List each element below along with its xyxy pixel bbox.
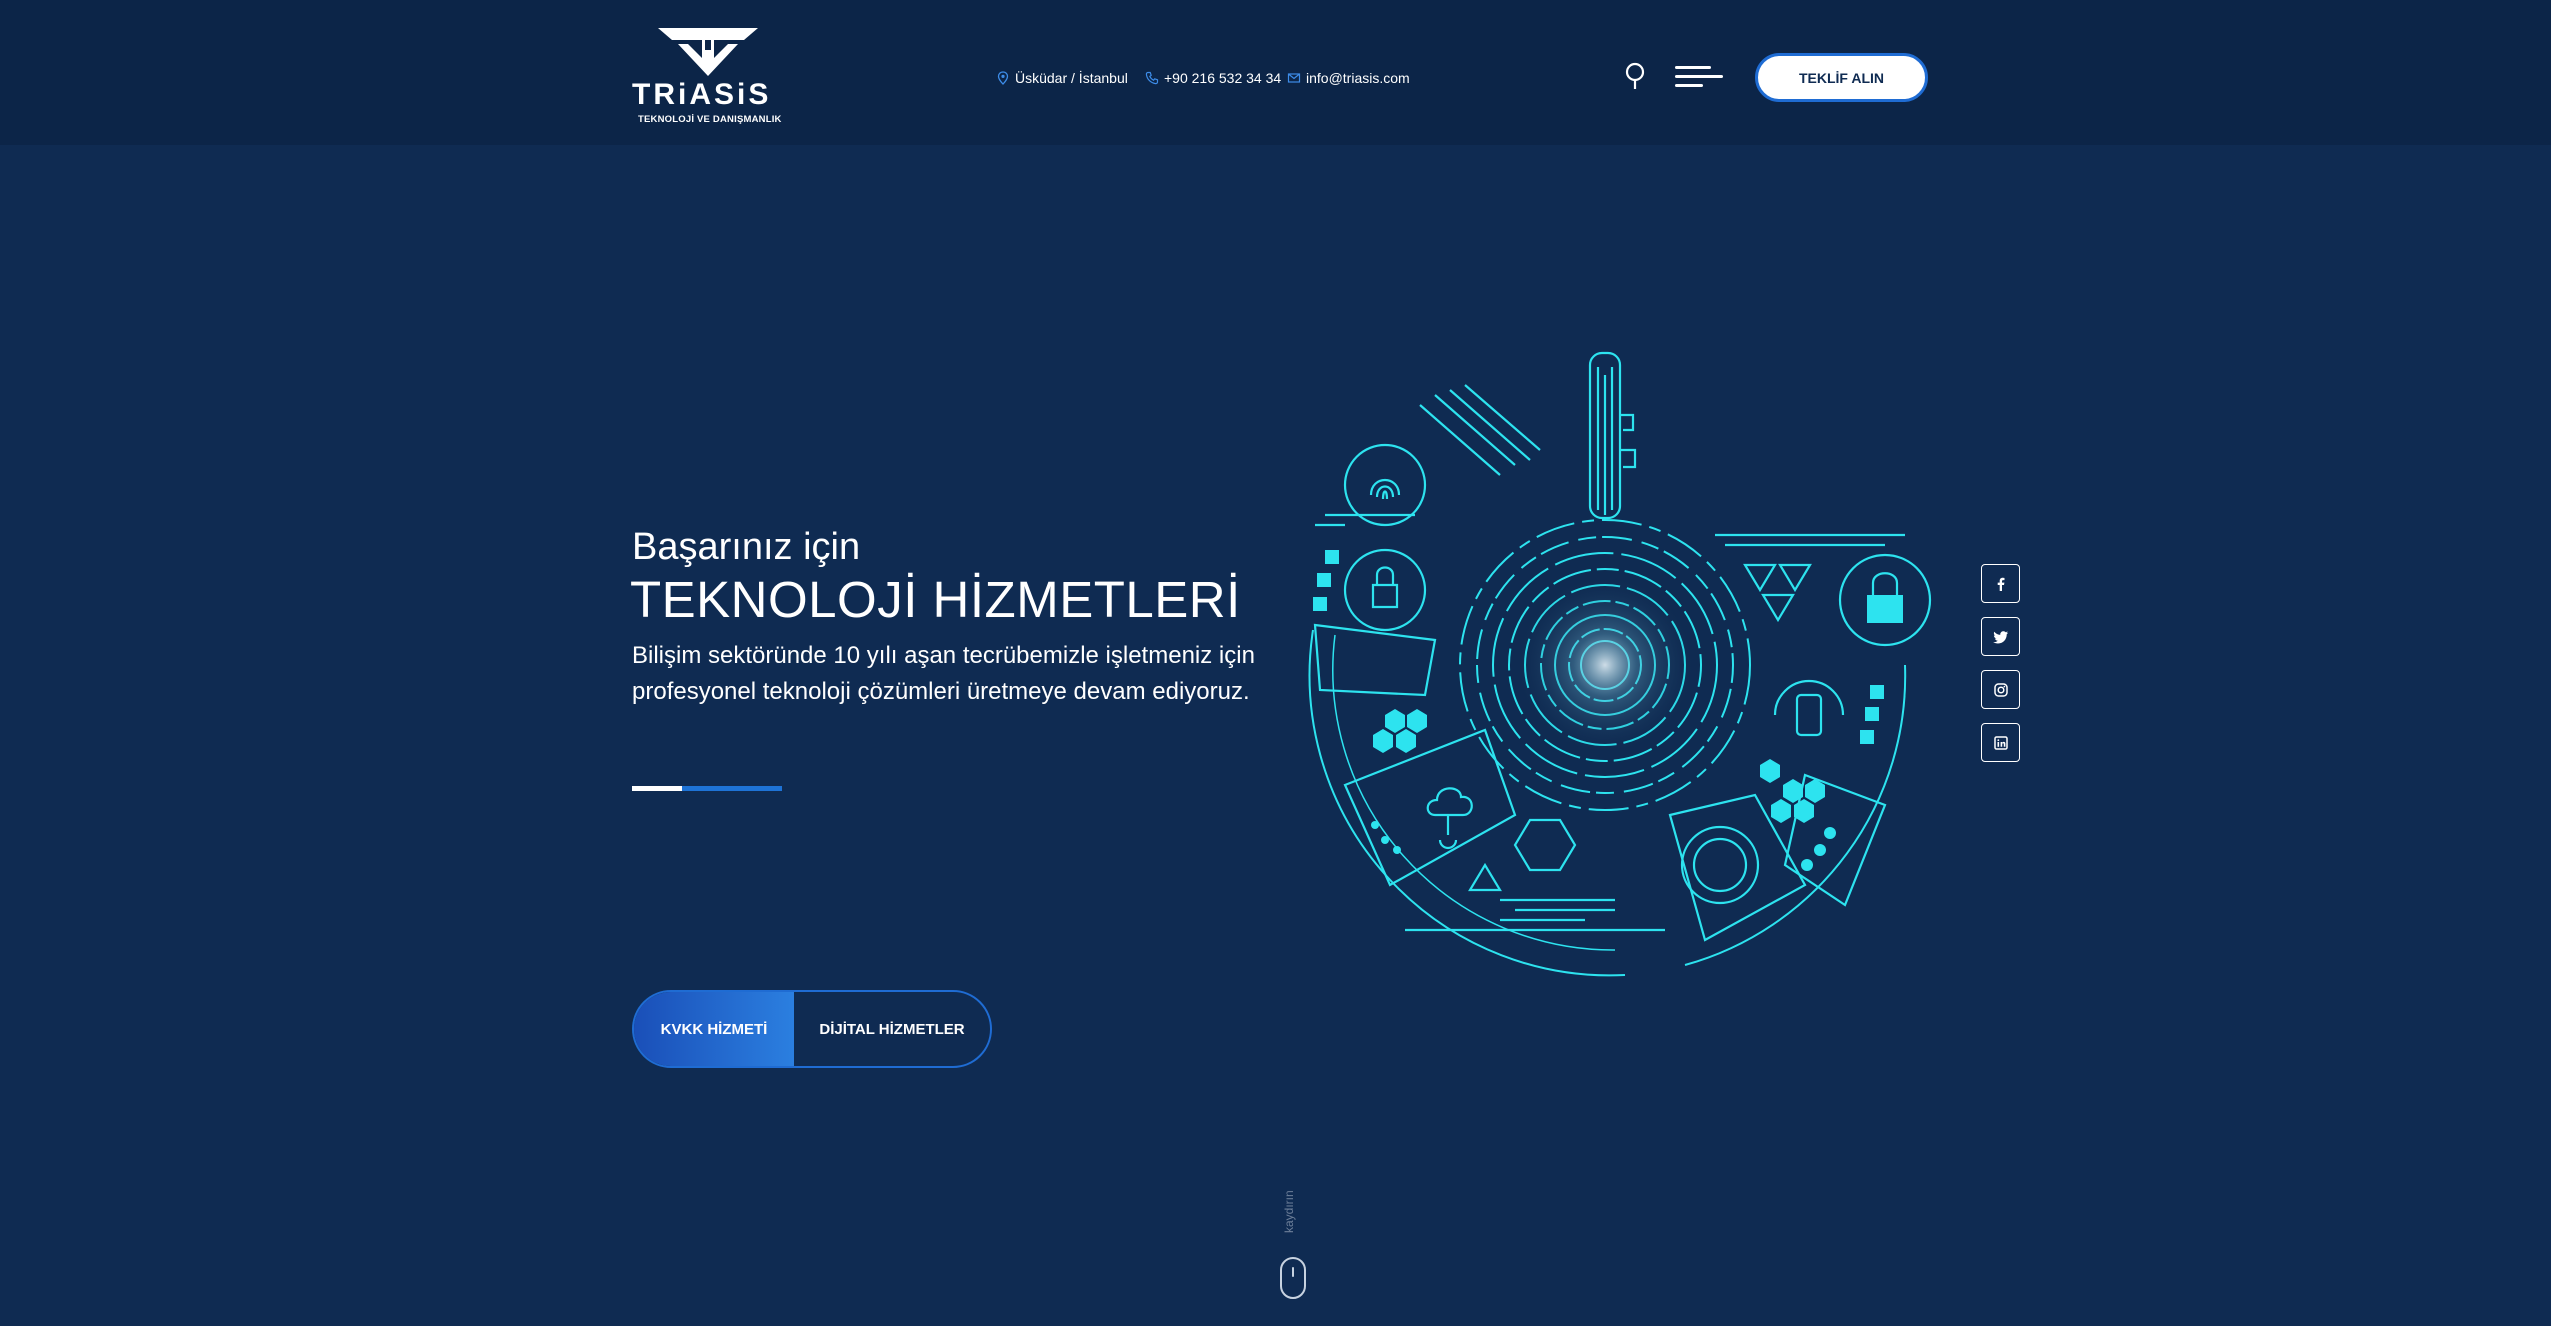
hero-button-group: KVKK HİZMETİ DİJİTAL HİZMETLER bbox=[632, 990, 992, 1068]
kvkk-service-button[interactable]: KVKK HİZMETİ bbox=[634, 992, 794, 1066]
facebook-icon bbox=[1997, 577, 2004, 591]
slide-progress-bar bbox=[632, 786, 782, 791]
mail-icon bbox=[1287, 73, 1301, 83]
hero-title: TEKNOLOJİ HİZMETLERİ bbox=[630, 571, 1241, 628]
linkedin-icon bbox=[1993, 735, 2008, 750]
menu-button[interactable] bbox=[1675, 64, 1723, 90]
hero-description: Bilişim sektöründe 10 yılı aşan tecrübem… bbox=[632, 642, 1255, 705]
facebook-link[interactable] bbox=[1981, 564, 2020, 603]
contact-phone-text: +90 216 532 34 34 bbox=[1164, 70, 1282, 86]
scroll-wheel-icon bbox=[1292, 1267, 1294, 1277]
phone-icon bbox=[1145, 71, 1159, 85]
header: TRiASiS TEKNOLOJİ VE DANIŞMANLIK Üsküdar… bbox=[0, 0, 2551, 145]
twitter-link[interactable] bbox=[1981, 617, 2020, 656]
contact-phone[interactable]: +90 216 532 34 34 bbox=[1145, 68, 1281, 88]
cyber-security-illustration bbox=[1308, 351, 1932, 977]
slide-progress-indicator bbox=[632, 786, 682, 791]
logo[interactable]: TRiASiS TEKNOLOJİ VE DANIŞMANLIK bbox=[630, 26, 785, 126]
instagram-icon bbox=[1993, 682, 2008, 697]
logo-name: TRiASiS bbox=[632, 78, 772, 111]
contact-email[interactable]: info@triasis.com bbox=[1287, 68, 1410, 88]
hero-subtitle: Başarınız için bbox=[632, 526, 861, 568]
scroll-label: kaydırın bbox=[1282, 1190, 1296, 1234]
menu-line-icon bbox=[1675, 66, 1711, 69]
location-pin-icon bbox=[997, 71, 1009, 85]
linkedin-link[interactable] bbox=[1981, 723, 2020, 762]
logo-subtitle: TEKNOLOJİ VE DANIŞMANLIK bbox=[638, 114, 782, 125]
logo-mark-icon bbox=[658, 28, 758, 76]
contact-location[interactable]: Üsküdar / İstanbul bbox=[996, 68, 1128, 88]
scroll-down-mouse-icon[interactable] bbox=[1280, 1257, 1306, 1299]
contact-location-text: Üsküdar / İstanbul bbox=[1015, 70, 1128, 86]
instagram-link[interactable] bbox=[1981, 670, 2020, 709]
contact-email-text: info@triasis.com bbox=[1306, 70, 1410, 86]
search-icon bbox=[1625, 62, 1645, 89]
search-button[interactable] bbox=[1622, 60, 1648, 92]
menu-line-icon bbox=[1675, 75, 1723, 78]
menu-line-icon bbox=[1675, 84, 1703, 87]
page: TRiASiS TEKNOLOJİ VE DANIŞMANLIK Üsküdar… bbox=[0, 0, 2551, 1326]
twitter-icon bbox=[1992, 630, 2008, 643]
digital-services-button[interactable]: DİJİTAL HİZMETLER bbox=[794, 992, 990, 1066]
quote-button[interactable]: TEKLİF ALIN bbox=[1755, 53, 1928, 102]
